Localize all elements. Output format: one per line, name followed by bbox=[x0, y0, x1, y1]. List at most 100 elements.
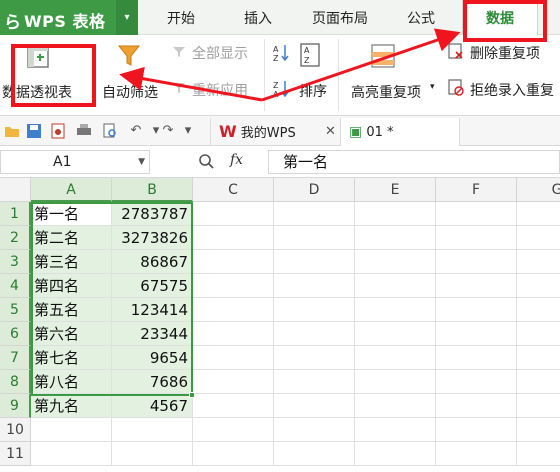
cell[interactable] bbox=[355, 394, 436, 418]
cell[interactable] bbox=[436, 226, 517, 250]
cell-rank-name[interactable]: 第六名 bbox=[31, 322, 112, 346]
cell[interactable] bbox=[517, 322, 560, 346]
column-header-f[interactable]: F bbox=[436, 178, 517, 202]
cell[interactable] bbox=[193, 370, 274, 394]
cell[interactable] bbox=[436, 250, 517, 274]
cell[interactable] bbox=[193, 346, 274, 370]
tab-insert[interactable]: 插入 bbox=[222, 0, 294, 35]
cell[interactable] bbox=[355, 370, 436, 394]
cell[interactable] bbox=[193, 226, 274, 250]
sort-descending-icon[interactable]: Z A bbox=[272, 79, 290, 99]
reject-duplicates-button[interactable]: 拒绝录入重复 bbox=[444, 77, 560, 101]
cell-value[interactable]: 7686 bbox=[112, 370, 193, 394]
row-header[interactable]: 7 bbox=[0, 346, 31, 370]
row-header[interactable]: 8 bbox=[0, 370, 31, 394]
print-preview-icon[interactable] bbox=[102, 123, 118, 139]
cell-value[interactable]: 86867 bbox=[112, 250, 193, 274]
cell[interactable] bbox=[112, 418, 193, 442]
cell[interactable] bbox=[436, 202, 517, 226]
cell[interactable] bbox=[355, 250, 436, 274]
cell[interactable] bbox=[193, 298, 274, 322]
doc-tab-file[interactable]: ▣ 01 * bbox=[340, 118, 460, 146]
zoom-lookup-icon[interactable] bbox=[198, 153, 214, 169]
cell-rank-name[interactable]: 第五名 bbox=[31, 298, 112, 322]
column-header-c[interactable]: C bbox=[193, 178, 274, 202]
app-menu-caret-icon[interactable]: ▾ bbox=[116, 0, 138, 35]
cell-value[interactable]: 2783787 bbox=[112, 202, 193, 226]
row-header[interactable]: 9 bbox=[0, 394, 31, 418]
cell-rank-name[interactable]: 第四名 bbox=[31, 274, 112, 298]
cell[interactable] bbox=[274, 226, 355, 250]
print-icon[interactable] bbox=[76, 123, 92, 139]
row-header[interactable]: 1 bbox=[0, 202, 31, 226]
cell[interactable] bbox=[517, 394, 560, 418]
cell[interactable] bbox=[517, 370, 560, 394]
column-header-g[interactable]: G bbox=[517, 178, 560, 202]
cell[interactable] bbox=[517, 202, 560, 226]
doc-tab-my-wps[interactable]: W 我的WPS ✕ bbox=[210, 118, 340, 146]
row-header[interactable]: 4 bbox=[0, 274, 31, 298]
cell[interactable] bbox=[517, 346, 560, 370]
export-pdf-icon[interactable] bbox=[50, 123, 66, 139]
show-all-button[interactable]: 全部显示 bbox=[170, 41, 262, 65]
cell[interactable] bbox=[517, 274, 560, 298]
row-header[interactable]: 2 bbox=[0, 226, 31, 250]
cell[interactable] bbox=[355, 298, 436, 322]
cell[interactable] bbox=[355, 202, 436, 226]
close-tab-icon[interactable]: ✕ bbox=[325, 118, 336, 146]
row-header[interactable]: 11 bbox=[0, 442, 31, 466]
cell[interactable] bbox=[274, 322, 355, 346]
cell[interactable] bbox=[31, 442, 112, 466]
name-box-dropdown-icon[interactable]: ▼ bbox=[138, 151, 145, 173]
app-menu-button[interactable]: ら WPS 表格 ▾ bbox=[0, 0, 138, 35]
cell[interactable] bbox=[193, 322, 274, 346]
cell-rank-name[interactable]: 第七名 bbox=[31, 346, 112, 370]
cell-value[interactable]: 123414 bbox=[112, 298, 193, 322]
cell[interactable] bbox=[274, 442, 355, 466]
cell[interactable] bbox=[517, 298, 560, 322]
cell[interactable] bbox=[274, 298, 355, 322]
cell-value[interactable]: 23344 bbox=[112, 322, 193, 346]
column-header-a[interactable]: A bbox=[31, 178, 112, 202]
autofilter-button[interactable]: 自动筛选 bbox=[100, 35, 166, 116]
open-folder-icon[interactable] bbox=[4, 123, 20, 139]
formula-input[interactable]: 第一名 bbox=[268, 150, 560, 174]
tab-page-layout[interactable]: 页面布局 bbox=[298, 0, 382, 35]
save-icon[interactable] bbox=[26, 123, 42, 139]
cell[interactable] bbox=[193, 274, 274, 298]
row-header[interactable]: 6 bbox=[0, 322, 31, 346]
cell[interactable] bbox=[274, 346, 355, 370]
cell-value[interactable]: 3273826 bbox=[112, 226, 193, 250]
undo-icon[interactable]: ↶ bbox=[128, 123, 144, 139]
cell[interactable] bbox=[193, 202, 274, 226]
cell[interactable] bbox=[274, 418, 355, 442]
cell-value[interactable]: 9654 bbox=[112, 346, 193, 370]
tab-formulas[interactable]: 公式 bbox=[388, 0, 454, 35]
cell[interactable] bbox=[274, 274, 355, 298]
insert-function-icon[interactable]: fx bbox=[230, 152, 243, 168]
column-header-e[interactable]: E bbox=[355, 178, 436, 202]
cell[interactable] bbox=[436, 394, 517, 418]
cell-rank-name[interactable]: 第二名 bbox=[31, 226, 112, 250]
reapply-button[interactable]: 重新应用 bbox=[170, 77, 262, 101]
cell[interactable] bbox=[436, 274, 517, 298]
cell-rank-name[interactable]: 第一名 bbox=[31, 202, 112, 226]
cell[interactable] bbox=[355, 274, 436, 298]
cell[interactable] bbox=[112, 442, 193, 466]
select-all-corner[interactable] bbox=[0, 178, 31, 202]
cell[interactable] bbox=[355, 322, 436, 346]
row-header[interactable]: 10 bbox=[0, 418, 31, 442]
cell[interactable] bbox=[355, 346, 436, 370]
column-header-b[interactable]: B bbox=[112, 178, 193, 202]
cell[interactable] bbox=[193, 394, 274, 418]
row-header[interactable]: 5 bbox=[0, 298, 31, 322]
cell[interactable] bbox=[274, 370, 355, 394]
qat-more-icon[interactable]: ▾ bbox=[180, 123, 196, 139]
cell[interactable] bbox=[517, 250, 560, 274]
sort-label[interactable]: 排序 bbox=[299, 81, 327, 101]
cell[interactable] bbox=[436, 298, 517, 322]
cell[interactable] bbox=[193, 442, 274, 466]
cell[interactable] bbox=[436, 346, 517, 370]
cell[interactable] bbox=[436, 442, 517, 466]
cell[interactable] bbox=[193, 418, 274, 442]
